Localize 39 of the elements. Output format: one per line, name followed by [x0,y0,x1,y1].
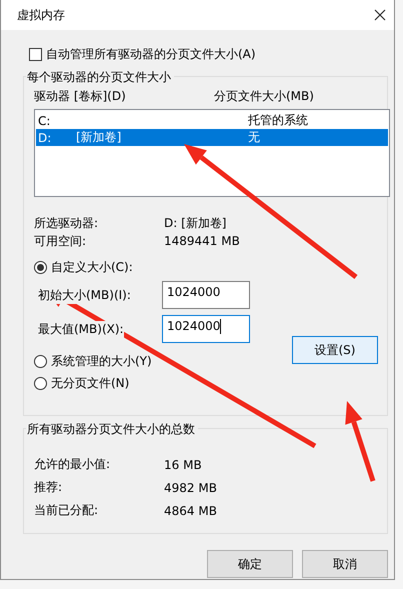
drive-row[interactable]: C: 托管的系统 [36,112,388,129]
dialog-button[interactable]: 取消 [302,550,388,578]
group-title: 所有驱动器分页文件大小的总数 [26,421,198,438]
volume-cell-text: [新加卷] [76,129,122,146]
total-label: 当前已分配: [34,502,100,519]
drive-list[interactable]: C: 托管的系统 D: [新加卷] 无 [34,109,390,197]
info-value: D: [新加卷] [164,214,228,232]
total-value: 16 MB [164,458,203,472]
total-value: 4982 MB [164,480,218,494]
column-header: 分页文件大小(MB) [214,88,315,104]
size-cell-text: 无 [248,129,261,146]
total-value: 4864 MB [164,504,218,518]
size-cell-text: 托管的系统 [248,112,309,129]
total-label: 允许的最小值: [34,456,112,473]
checkbox-label: 自动管理所有驱动器的分页文件大小(A) [46,46,256,62]
radio-label: 无分页文件(N) [51,374,130,392]
size-field[interactable]: 1024000 [162,315,250,343]
total-label: 推荐: [34,479,64,496]
close-icon[interactable] [374,9,386,21]
info-label: 可用空间: [34,232,88,250]
group-title: 每个驱动器的分页文件大小 [26,69,174,86]
radio-label: 自定义大小(C): [51,258,133,276]
drive-row[interactable]: D: [新加卷] 无 [36,129,388,146]
info-value: 1489441 MB [164,234,241,248]
radio-button[interactable] [34,260,47,274]
radio-label: 系统管理的大小(Y) [51,352,152,370]
radio-button[interactable] [34,376,47,390]
checkbox[interactable] [29,48,42,60]
field-label: 最大值(MB)(X): [38,320,124,338]
set-button[interactable]: 设置(S) [292,336,378,364]
field-label: 初始大小(MB)(I): [38,286,131,304]
drive-cell-text: D: [38,130,52,144]
info-label: 所选驱动器: [34,214,100,232]
size-field[interactable]: 1024000 [162,281,250,309]
column-header: 驱动器 [卷标](D) [34,88,127,104]
dialog-button[interactable]: 确定 [207,550,293,578]
radio-button[interactable] [34,354,47,368]
drive-cell-text: C: [38,114,52,128]
window-title: 虚拟内存 [17,6,65,24]
